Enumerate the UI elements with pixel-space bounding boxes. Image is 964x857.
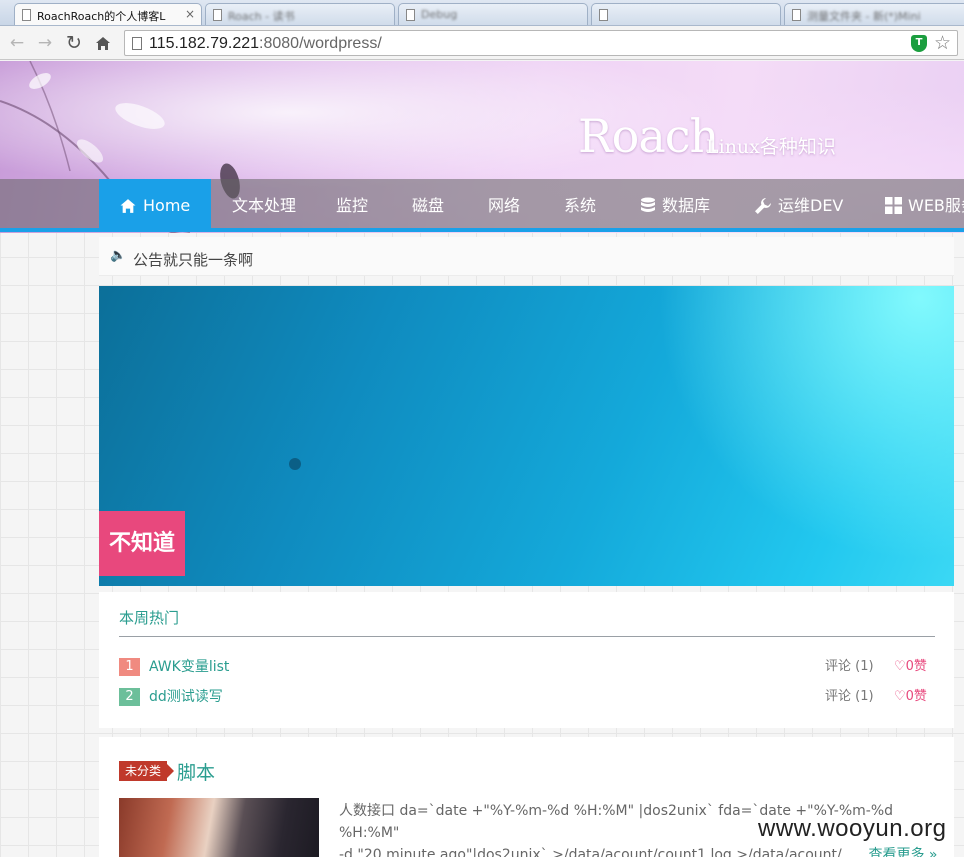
read-more-link[interactable]: 查看更多 »	[868, 847, 937, 857]
nav-item-text-processing[interactable]: 文本处理	[232, 179, 296, 232]
like-count: 0赞	[905, 659, 927, 674]
post-thumbnail[interactable]	[119, 798, 319, 857]
nav-item-system[interactable]: 系统	[564, 179, 596, 232]
watermark: www.wooyun.org	[758, 815, 947, 842]
close-icon[interactable]: ×	[185, 7, 195, 21]
nav-label: 磁盘	[412, 195, 445, 215]
notice-text: 公告就只能一条啊	[133, 251, 254, 269]
page-favicon-icon	[599, 9, 608, 21]
nav-item-ops-dev[interactable]: 运维DEV	[754, 179, 843, 232]
nav-label: 网络	[488, 195, 521, 215]
comment-count[interactable]: 评论 (1)	[825, 658, 874, 676]
nav-label: 监控	[336, 195, 369, 215]
nav-item-web-service[interactable]: WEB服务	[885, 179, 964, 232]
arrow-right-icon[interactable]: →	[34, 32, 56, 54]
url-path: :8080/wordpress/	[259, 35, 382, 52]
nav-label: 系统	[564, 195, 597, 215]
notice-bar: 🔈 公告就只能一条啊	[99, 237, 954, 276]
divider	[119, 636, 935, 637]
arrow-left-icon[interactable]: ←	[6, 32, 28, 54]
list-item: 1 AWK变量list 评论 (1) ♡0赞	[119, 658, 935, 678]
like-button[interactable]: ♡0赞	[894, 658, 927, 676]
header-banner: Roach Linux各种知识 Home 文本处理 监控 磁盘 网络 系统 数据…	[0, 61, 964, 233]
page-favicon-icon	[406, 9, 415, 21]
browser-tab-active[interactable]: RoachRoach的个人博客L ×	[14, 3, 202, 25]
grid-icon	[885, 197, 902, 214]
rank-badge: 1	[119, 658, 140, 676]
page-favicon-icon	[22, 9, 31, 21]
nav-item-monitoring[interactable]: 监控	[336, 179, 368, 232]
browser-tab[interactable]	[591, 3, 781, 25]
url-text: 115.182.79.221:8080/wordpress/	[149, 35, 382, 53]
like-count: 0赞	[905, 689, 927, 704]
url-host: 115.182.79.221	[149, 35, 260, 52]
featured-slider[interactable]: 不知道	[99, 286, 954, 586]
excerpt-line: -d "20 minute ago"|dos2unix` >/data/acou…	[339, 847, 869, 857]
nav-label: 运维DEV	[778, 195, 844, 215]
nav-label: Home	[143, 195, 191, 215]
browser-tab[interactable]: Roach - 读书	[205, 3, 395, 25]
database-icon	[641, 197, 655, 212]
page-icon	[132, 37, 142, 50]
star-bookmark-icon[interactable]: ☆	[934, 32, 951, 54]
browser-tab[interactable]: Debug	[398, 3, 588, 25]
page-favicon-icon	[792, 9, 801, 21]
tab-title: Debug	[421, 8, 458, 21]
nav-label: 数据库	[662, 195, 711, 215]
nav-label: 文本处理	[232, 195, 297, 215]
slider-dot	[289, 458, 301, 470]
site-title[interactable]: Roach	[578, 109, 719, 163]
section-title: 本周热门	[119, 609, 180, 627]
page-viewport: Roach Linux各种知识 Home 文本处理 监控 磁盘 网络 系统 数据…	[0, 61, 964, 857]
page-favicon-icon	[213, 9, 222, 21]
main-navigation: Home 文本处理 监控 磁盘 网络 系统 数据库 运维DEV WEB服	[0, 179, 964, 232]
nav-item-disk[interactable]: 磁盘	[412, 179, 444, 232]
slide-caption[interactable]: 不知道	[99, 511, 185, 576]
home-icon	[120, 198, 136, 213]
nav-label: WEB服务	[908, 195, 964, 215]
heart-icon: ♡	[894, 689, 906, 704]
post-title[interactable]: 脚本	[177, 758, 215, 785]
wrench-icon	[755, 197, 771, 214]
nav-item-home[interactable]: Home	[99, 179, 211, 232]
shield-extension-icon[interactable]: T	[911, 35, 927, 52]
speaker-icon: 🔈	[110, 248, 127, 263]
nav-item-database[interactable]: 数据库	[640, 179, 710, 232]
comment-count[interactable]: 评论 (1)	[825, 688, 874, 706]
rank-badge: 2	[119, 688, 140, 706]
weekly-hot-card: 本周热门 1 AWK变量list 评论 (1) ♡0赞 2 dd测试读写 评论 …	[99, 592, 954, 728]
tab-title: 测量文件夹 - 新(*)Mini	[807, 10, 921, 23]
browser-tab-strip: RoachRoach的个人博客L × Roach - 读书 Debug 测量文件…	[0, 0, 964, 26]
reload-icon[interactable]: ↻	[63, 32, 85, 54]
site-subtitle: Linux各种知识	[706, 136, 836, 158]
heart-icon: ♡	[894, 659, 906, 674]
like-button[interactable]: ♡0赞	[894, 688, 927, 706]
post-link[interactable]: dd测试读写	[149, 688, 223, 706]
browser-tab[interactable]: 测量文件夹 - 新(*)Mini	[784, 3, 964, 25]
tab-title: Roach - 读书	[228, 10, 295, 23]
nav-item-network[interactable]: 网络	[488, 179, 520, 232]
browser-toolbar: ← → ↻ 115.182.79.221:8080/wordpress/ T ☆	[0, 26, 964, 60]
tab-title: RoachRoach的个人博客L	[37, 10, 166, 23]
category-badge[interactable]: 未分类	[119, 761, 175, 781]
address-bar[interactable]: 115.182.79.221:8080/wordpress/ T ☆	[124, 30, 958, 56]
post-link[interactable]: AWK变量list	[149, 658, 229, 676]
home-icon[interactable]	[92, 32, 114, 54]
list-item: 2 dd测试读写 评论 (1) ♡0赞	[119, 688, 935, 708]
